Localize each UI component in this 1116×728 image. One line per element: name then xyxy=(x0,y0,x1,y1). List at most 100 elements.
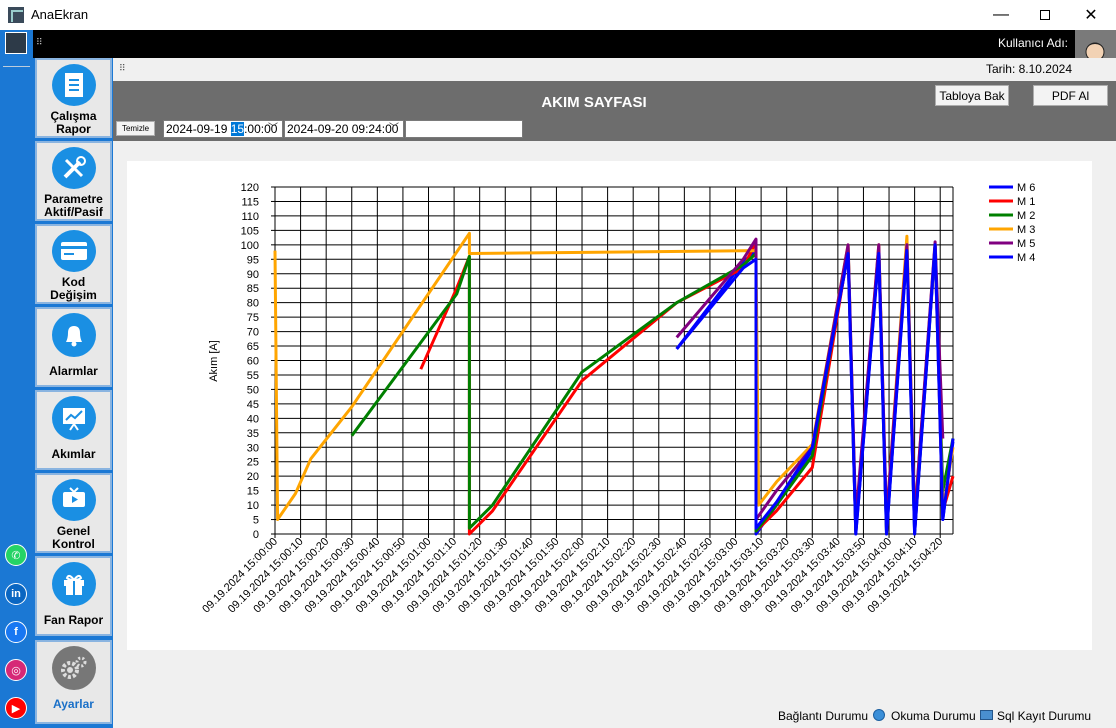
y-tick-label: 110 xyxy=(241,211,259,223)
globe-icon xyxy=(873,709,885,721)
y-tick-label: 105 xyxy=(241,225,259,237)
y-tick-label: 100 xyxy=(241,240,259,252)
legend-label: M 3 xyxy=(1017,224,1035,236)
y-tick-label: 70 xyxy=(247,327,259,339)
title-bar: AnaEkran — ✕ xyxy=(0,0,1116,30)
reading-status: Okuma Durumu xyxy=(891,709,976,723)
card-icon xyxy=(51,230,96,272)
legend-label: M 6 xyxy=(1017,182,1035,194)
y-tick-label: 75 xyxy=(247,312,259,324)
current-chart: 0 5 10 15 20 25 30 35 40 45 50 55 60 65 70 75 80 85 90 95 10… xyxy=(200,182,1035,615)
y-tick-label: 35 xyxy=(247,428,259,440)
sidebar-item-general-control[interactable]: Genel Kontrol xyxy=(35,473,112,553)
grip-icon[interactable]: ⠿ xyxy=(119,64,126,73)
chevron-down-icon[interactable]: ﹀ xyxy=(389,121,399,137)
filter-input[interactable] xyxy=(405,120,523,138)
page-header: AKIM SAYFASI Tabloya Bak PDF Al Temizle … xyxy=(113,81,1116,141)
y-tick-label: 45 xyxy=(247,399,259,411)
y-tick-label: 120 xyxy=(241,182,259,194)
end-date-picker[interactable]: 2024-09-20 09:24:00 ﹀ xyxy=(284,120,404,138)
document-icon xyxy=(51,64,96,106)
main-content: ⠿ Tarih: 8.10.2024 AKIM SAYFASI Tabloya … xyxy=(113,58,1116,728)
chart-board-icon xyxy=(51,396,96,440)
y-tick-label: 90 xyxy=(247,269,259,281)
y-tick-label: 5 xyxy=(253,515,259,527)
legend-label: M 1 xyxy=(1017,196,1035,208)
y-tick-label: 60 xyxy=(247,356,259,368)
gears-icon xyxy=(51,646,96,690)
sidebar-strip: ✆ in f ◎ ▶ xyxy=(0,30,33,728)
sidebar-item-label: Fan Rapor xyxy=(43,613,104,627)
sidebar-item-code-change[interactable]: Kod Değişim xyxy=(35,224,112,304)
sidebar-item-label: Parametre Aktif/Pasif xyxy=(44,192,103,219)
connection-status: Bağlantı Durumu xyxy=(778,709,869,723)
y-axis-label: Akım [A] xyxy=(208,340,220,382)
start-hour-selected: 15 xyxy=(230,122,245,136)
sidebar: Çalışma Rapor Parametre Aktif/Pasif Kod … xyxy=(33,58,113,728)
instagram-icon[interactable]: ◎ xyxy=(5,659,27,681)
y-tick-label: 95 xyxy=(247,254,259,266)
clear-button[interactable]: Temizle xyxy=(116,121,155,136)
linkedin-icon[interactable]: in xyxy=(5,583,27,605)
y-tick-label: 55 xyxy=(247,370,259,382)
minimize-button[interactable]: — xyxy=(978,0,1024,30)
app-logo-icon xyxy=(8,7,24,23)
y-tick-label: 65 xyxy=(247,341,259,353)
y-tick-label: 20 xyxy=(247,471,259,483)
date-label: Tarih: 8.10.2024 xyxy=(985,62,1072,76)
y-tick-label: 15 xyxy=(247,486,259,498)
chevron-down-icon[interactable]: ﹀ xyxy=(268,121,278,137)
whatsapp-icon[interactable]: ✆ xyxy=(5,544,27,566)
app-window: AnaEkran — ✕ ⠿ Kullanıcı Adı: ✆ in f ◎ ▶ xyxy=(0,0,1116,728)
sidebar-item-parameters[interactable]: Parametre Aktif/Pasif xyxy=(35,141,112,221)
chart-panel: 0 5 10 15 20 25 30 35 40 45 50 55 60 65 70 75 80 85 90 95 10… xyxy=(127,161,1092,650)
y-tick-label: 0 xyxy=(253,529,259,541)
gift-icon xyxy=(51,562,96,606)
y-tick-label: 85 xyxy=(247,283,259,295)
brand-logo-icon xyxy=(5,32,27,54)
y-tick-label: 40 xyxy=(247,413,259,425)
window-title: AnaEkran xyxy=(31,7,89,22)
close-button[interactable]: ✕ xyxy=(1068,0,1114,30)
y-tick-label: 80 xyxy=(247,298,259,310)
sidebar-item-label: Akımlar xyxy=(51,447,96,461)
start-date-picker[interactable]: 2024-09-19 15:00:00 ﹀ xyxy=(163,120,283,138)
maximize-icon xyxy=(1040,10,1050,20)
youtube-icon[interactable]: ▶ xyxy=(5,697,27,719)
view-table-button[interactable]: Tabloya Bak xyxy=(935,85,1009,106)
user-name-label: Kullanıcı Adı: xyxy=(997,36,1068,50)
export-pdf-button[interactable]: PDF Al xyxy=(1033,85,1108,106)
close-icon: ✕ xyxy=(1084,7,1098,24)
sql-status: Sql Kayıt Durumu xyxy=(997,709,1092,723)
sidebar-item-alarms[interactable]: Alarmlar xyxy=(35,307,112,387)
grip-icon[interactable]: ⠿ xyxy=(36,38,46,50)
database-icon xyxy=(980,710,993,720)
start-date-text: 2024-09-19 xyxy=(166,122,231,136)
legend-label: M 2 xyxy=(1017,210,1035,222)
legend-label: M 5 xyxy=(1017,238,1035,250)
sidebar-item-currents[interactable]: Akımlar xyxy=(35,390,112,470)
divider xyxy=(3,66,30,67)
tools-icon xyxy=(51,147,96,189)
y-tick-label: 115 xyxy=(241,196,259,208)
sidebar-item-label: Çalışma Rapor xyxy=(50,109,97,136)
sidebar-item-fan-report[interactable]: Fan Rapor xyxy=(35,556,112,636)
monitor-icon xyxy=(51,479,96,521)
y-tick-label: 30 xyxy=(247,442,259,454)
page-title: AKIM SAYFASI xyxy=(541,94,647,111)
sub-toolbar: ⠿ xyxy=(113,58,1075,81)
y-tick-label: 10 xyxy=(247,500,259,512)
sidebar-item-label: Ayarlar xyxy=(53,697,94,711)
end-date-text: 2024-09-20 09:24:00 xyxy=(287,122,399,136)
y-tick-label: 25 xyxy=(247,457,259,469)
bell-icon xyxy=(51,313,96,357)
facebook-icon[interactable]: f xyxy=(5,621,27,643)
sidebar-item-label: Alarmlar xyxy=(49,364,98,378)
sidebar-item-settings[interactable]: Ayarlar xyxy=(35,640,112,724)
minimize-icon: — xyxy=(993,6,1009,23)
sidebar-item-work-report[interactable]: Çalışma Rapor xyxy=(35,58,112,138)
legend-label: M 4 xyxy=(1017,252,1035,264)
sidebar-item-label: Genel Kontrol xyxy=(52,524,95,551)
maximize-button[interactable] xyxy=(1022,0,1068,30)
status-bar: Bağlantı Durumu Okuma Durumu Sql Kayıt D… xyxy=(113,704,1116,728)
